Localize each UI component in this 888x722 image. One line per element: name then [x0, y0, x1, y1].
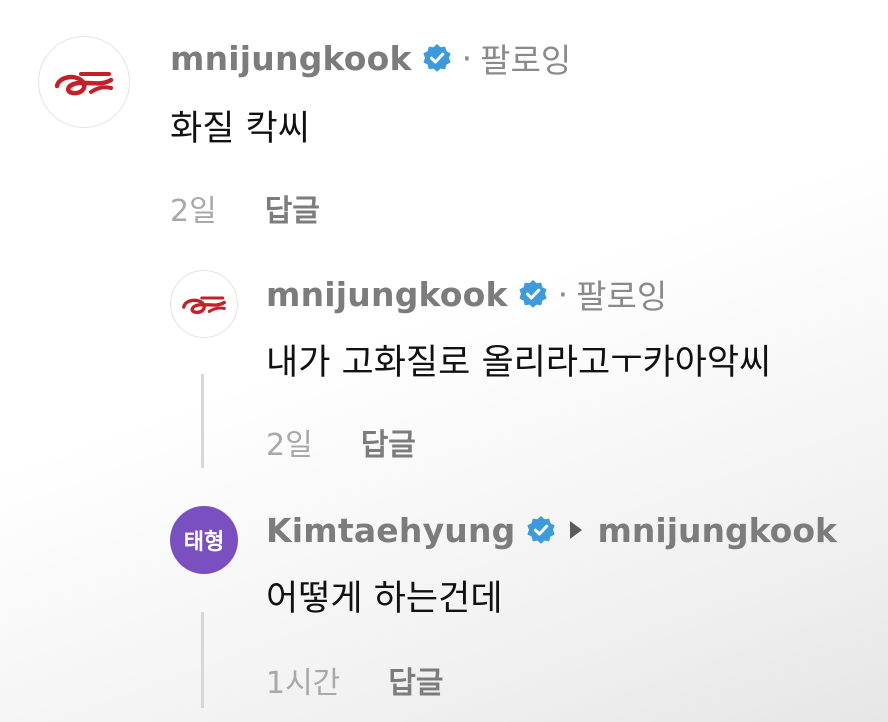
follow-status: 팔로잉 — [480, 41, 572, 80]
follow-status: 팔로잉 — [576, 277, 668, 316]
avatar[interactable]: 태형 — [170, 506, 238, 574]
reply-button[interactable]: 답글 — [265, 186, 320, 230]
brand-logo-icon — [54, 72, 114, 96]
avatar[interactable] — [38, 36, 130, 128]
verified-badge-icon — [423, 44, 451, 72]
username[interactable]: Kimtaehyung — [266, 511, 516, 550]
reply-to-username[interactable]: mnijungkook — [598, 511, 837, 550]
thread-line — [201, 374, 204, 468]
comment-meta: 1시간 답글 — [266, 658, 444, 702]
username[interactable]: mnijungkook — [170, 39, 412, 78]
verified-badge-icon — [526, 516, 555, 544]
comment-text: 어떻게 하는건데 — [266, 579, 503, 619]
comment-header: Kimtaehyung mnijungkook — [266, 508, 837, 552]
comment-header: mnijungkook · 팔로잉 — [266, 272, 668, 317]
separator-dot: · — [557, 274, 569, 314]
timestamp: 2일 — [266, 428, 313, 463]
thread-line — [201, 612, 204, 708]
reply-button[interactable]: 답글 — [388, 658, 443, 702]
comment-text: 화질 칵씨 — [170, 109, 310, 149]
comment-header: mnijungkook · 팔로잉 — [170, 36, 572, 81]
comment-text: 내가 고화질로 올리라고ㅜ카아악씨 — [266, 343, 772, 383]
verified-badge-icon — [519, 280, 547, 308]
comment-meta: 2일 답글 — [170, 186, 320, 230]
reply-button[interactable]: 답글 — [361, 420, 416, 464]
avatar[interactable] — [170, 270, 238, 338]
timestamp: 2일 — [170, 194, 217, 229]
comment-meta: 2일 답글 — [266, 420, 416, 464]
avatar-initials: 태형 — [183, 530, 225, 555]
timestamp: 1시간 — [266, 666, 341, 701]
separator-dot: · — [461, 38, 473, 78]
brand-logo-icon — [182, 296, 226, 314]
username[interactable]: mnijungkook — [266, 275, 508, 314]
caret-right-icon — [569, 521, 582, 539]
